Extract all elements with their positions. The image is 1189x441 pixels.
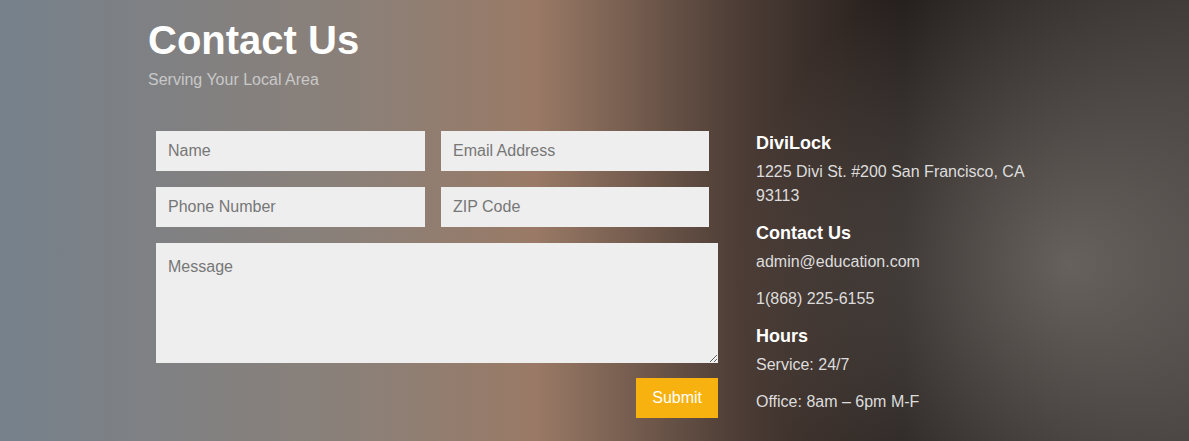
- form-field[interactable]: [156, 187, 425, 227]
- message-field[interactable]: [156, 243, 718, 363]
- contact-form: Submit: [156, 131, 718, 427]
- content: Contact Us Serving Your Local Area Submi…: [0, 0, 1189, 427]
- info-section: DiviLock 1225 Divi St. #200 San Francisco…: [756, 131, 1036, 221]
- contact-section: Contact Us Serving Your Local Area Submi…: [0, 0, 1189, 441]
- form-field[interactable]: [441, 187, 709, 227]
- submit-row: Submit: [156, 378, 718, 418]
- info-column: DiviLock 1225 Divi St. #200 San Francisco…: [756, 131, 1036, 427]
- submit-button[interactable]: Submit: [636, 378, 718, 418]
- info-title: Hours: [756, 324, 1036, 348]
- info-line: Office: 8am – 6pm M-F: [756, 390, 1036, 414]
- info-title: DiviLock: [756, 131, 1036, 155]
- info-section: Contact Us admin@education.com 1(868) 225-…: [756, 221, 1036, 324]
- page-subtitle: Serving Your Local Area: [148, 70, 1189, 90]
- info-line: 1(868) 225-6155: [756, 287, 1036, 311]
- info-section: Hours Service: 24/7 Office: 8am – 6pm M-F: [756, 324, 1036, 427]
- form-field[interactable]: [441, 131, 709, 171]
- field-grid: [156, 131, 718, 227]
- info-line: admin@education.com: [756, 250, 1036, 274]
- info-title: Contact Us: [756, 221, 1036, 245]
- main-row: Submit DiviLock 1225 Divi St. #200 San Fr…: [148, 131, 1189, 427]
- form-field[interactable]: [156, 131, 425, 171]
- info-line: Service: 24/7: [756, 353, 1036, 377]
- page-title: Contact Us: [148, 18, 1189, 62]
- info-line: 1225 Divi St. #200 San Francisco, CA 931…: [756, 160, 1036, 208]
